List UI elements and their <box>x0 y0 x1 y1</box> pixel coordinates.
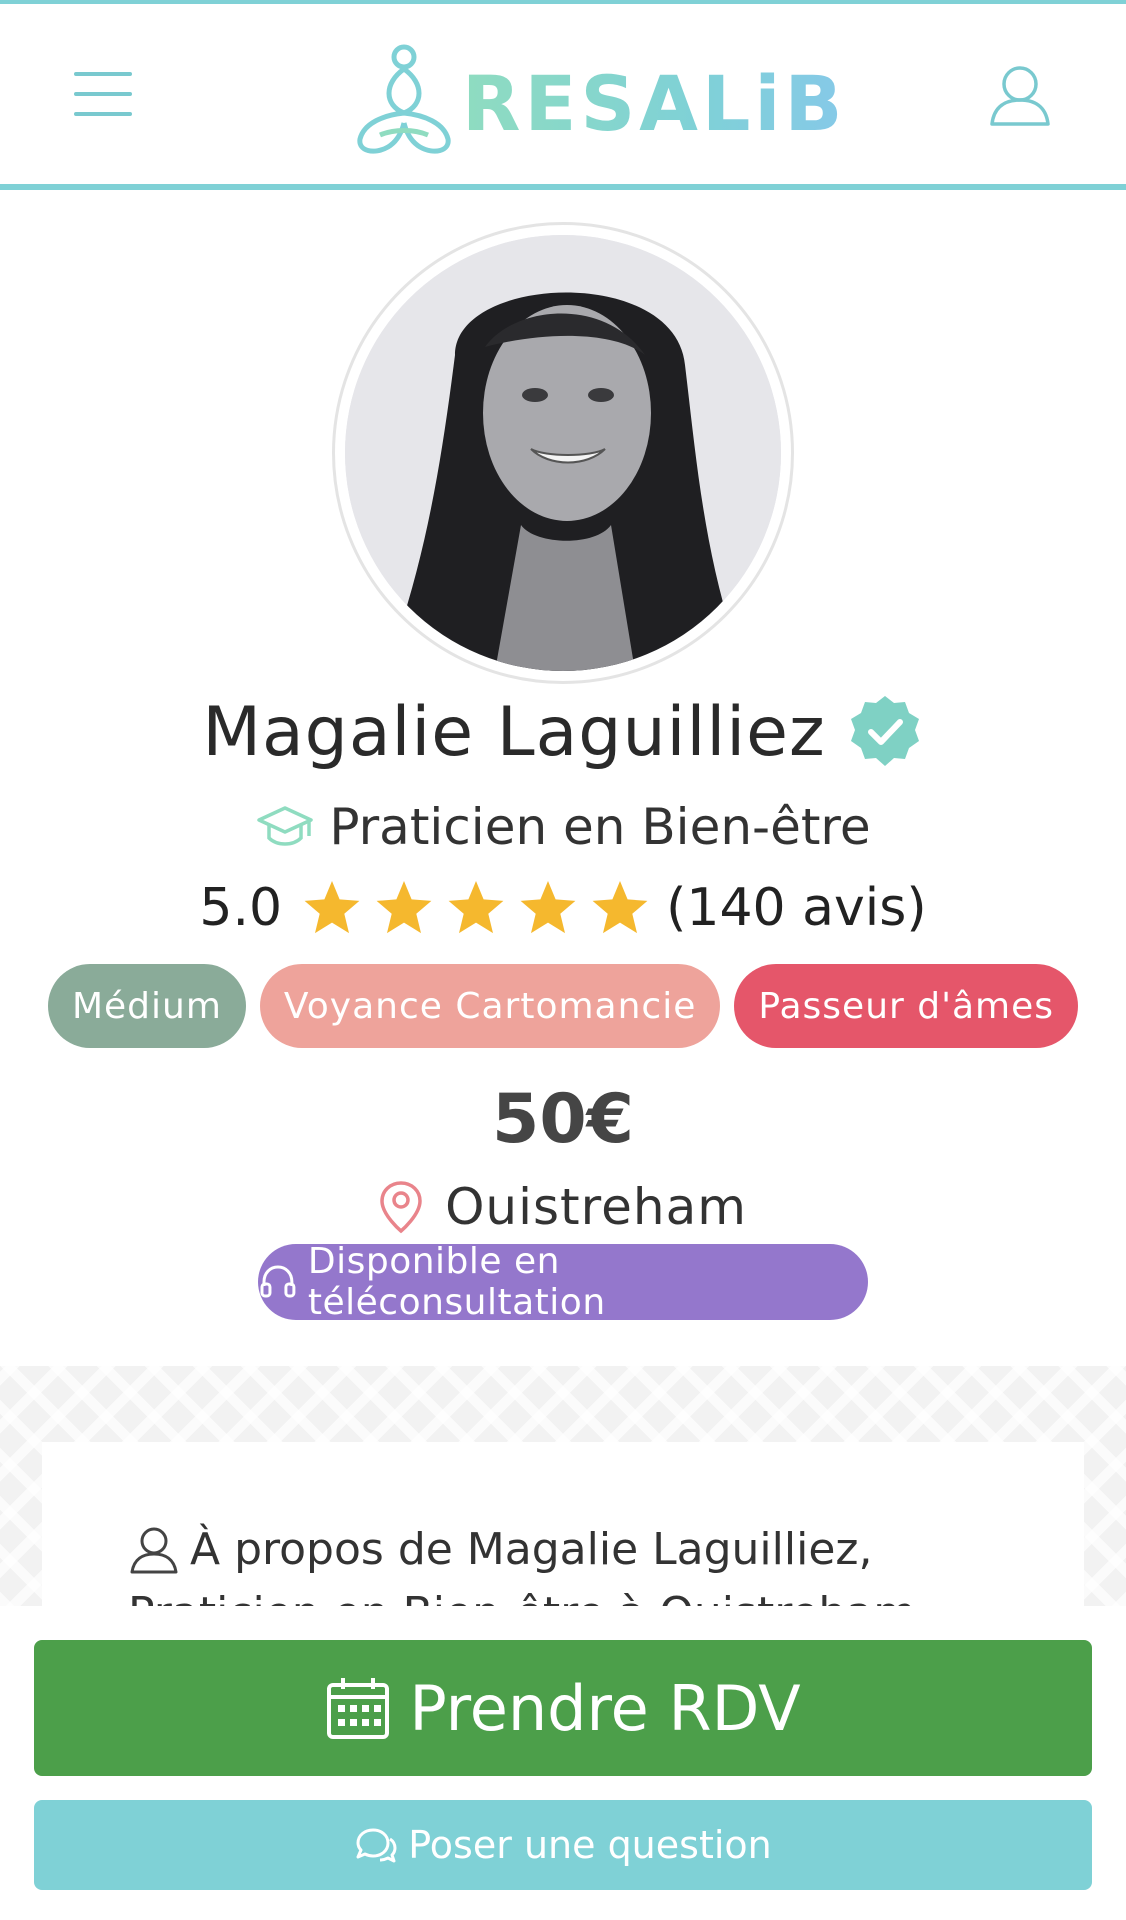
star-icon <box>592 881 648 934</box>
app-header: RESALiB <box>0 4 1126 190</box>
ask-question-label: Poser une question <box>408 1823 772 1867</box>
star-icon <box>304 881 360 934</box>
practitioner-name: Magalie Laguilliez <box>202 692 826 772</box>
rating-value: 5.0 <box>199 878 283 938</box>
lotus-meditation-icon <box>357 44 451 154</box>
ask-question-button[interactable]: Poser une question <box>34 1800 1092 1890</box>
book-appointment-button[interactable]: Prendre RDV <box>34 1640 1092 1776</box>
practitioner-role: Praticien en Bien-être <box>329 798 871 856</box>
specialty-tag[interactable]: Médium <box>47 964 246 1048</box>
verified-badge-icon <box>850 696 919 766</box>
user-icon[interactable] <box>988 62 1052 128</box>
calendar-icon <box>327 1678 390 1739</box>
teleconsultation-badge: Disponible en téléconsultation <box>258 1241 868 1323</box>
map-pin-icon <box>380 1181 422 1234</box>
practitioner-name-row: Magalie Laguilliez <box>0 682 1126 782</box>
avatar <box>345 235 781 671</box>
reviews-count[interactable]: (140 avis) <box>666 878 927 938</box>
session-price: 50€ <box>492 1080 634 1159</box>
practitioner-city: Ouistreham <box>445 1178 747 1236</box>
rating-row[interactable]: 5.0 (140 avis) <box>0 870 1126 946</box>
resalib-logo[interactable]: RESALiB <box>354 40 846 166</box>
about-subtitle: Praticien en Bien-être à Ouistreham <box>128 1588 916 1606</box>
star-icon <box>520 881 576 934</box>
user-outline-icon <box>130 1527 178 1573</box>
star-icon <box>448 881 504 934</box>
star-rating <box>296 878 656 938</box>
location-row: Ouistreham <box>0 1172 1126 1242</box>
graduation-cap-icon <box>257 806 314 846</box>
specialty-tag[interactable]: Passeur d'âmes <box>734 964 1079 1048</box>
specialty-tag[interactable]: Voyance Cartomancie <box>259 964 721 1048</box>
logo-wordmark: RESALiB <box>462 58 847 148</box>
about-heading: À propos de Magalie Laguilliez, <box>128 1524 872 1575</box>
role-row: Praticien en Bien-être <box>0 792 1126 862</box>
hamburger-menu-icon[interactable] <box>74 68 136 122</box>
about-title: À propos de Magalie Laguilliez, <box>190 1524 873 1575</box>
specialty-tags: Médium Voyance Cartomancie Passeur d'âmes <box>0 964 1126 1048</box>
star-icon <box>376 881 432 934</box>
about-card: À propos de Magalie Laguilliez, Praticie… <box>42 1442 1084 1606</box>
teleconsultation-label: Disponible en téléconsultation <box>307 1241 606 1323</box>
headset-icon <box>260 1265 296 1298</box>
book-appointment-label: Prendre RDV <box>409 1671 801 1745</box>
chat-bubbles-icon <box>356 1828 397 1863</box>
